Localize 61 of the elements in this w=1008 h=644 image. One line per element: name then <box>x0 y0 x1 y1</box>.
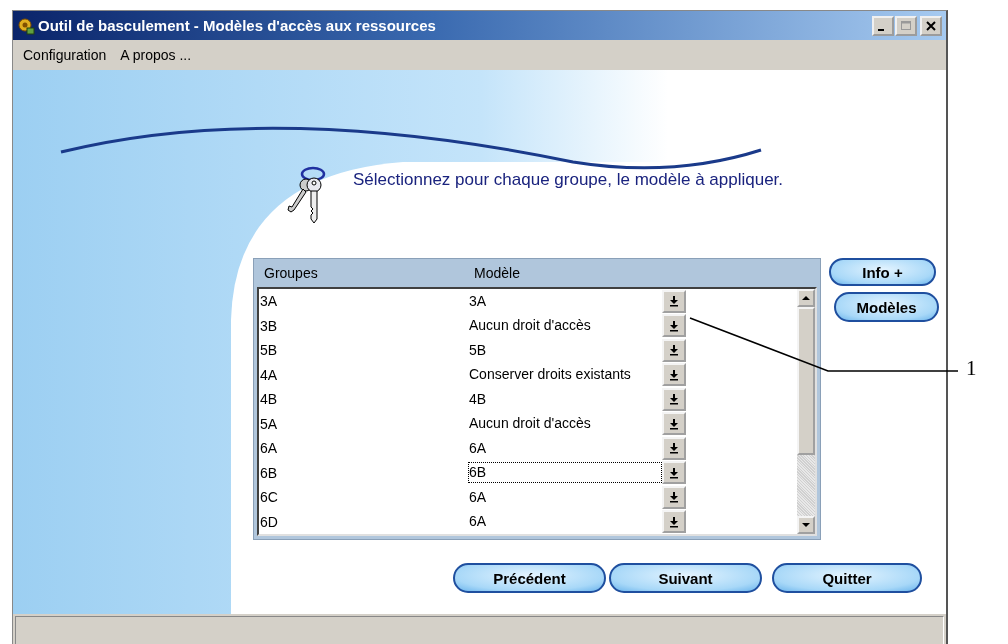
dropdown-button[interactable] <box>662 436 686 460</box>
table-cell-text: 6D <box>259 513 279 530</box>
column-header: Groupes <box>264 265 319 281</box>
maximize-icon <box>899 19 913 32</box>
dropdown-button[interactable] <box>662 412 686 436</box>
table-cell[interactable]: 4B <box>468 388 662 410</box>
pill-button[interactable]: Modèles <box>834 292 939 322</box>
table-cell-text: 5B <box>259 342 279 359</box>
minimize-button[interactable] <box>872 15 894 36</box>
dropdown-button[interactable] <box>662 461 686 485</box>
column-header: Modèle <box>474 265 520 281</box>
dropdown-button[interactable] <box>662 510 686 534</box>
minimize-icon <box>878 28 884 31</box>
pill-button[interactable]: Précédent <box>453 563 606 593</box>
dropdown-button[interactable] <box>662 485 686 509</box>
down-arrow-icon <box>669 515 679 528</box>
down-arrow-icon <box>669 393 679 406</box>
table-cell[interactable]: 3A <box>468 290 662 312</box>
down-arrow-icon <box>669 344 679 357</box>
table-cell[interactable]: 6A <box>468 437 662 459</box>
pill-button[interactable]: Suivant <box>609 563 762 593</box>
pill-button[interactable]: Info + <box>829 258 936 286</box>
pill-button[interactable]: Quitter <box>772 563 922 593</box>
instruction-text: Sélectionnez pour chaque groupe, le modèle à appliquer. <box>353 170 784 191</box>
down-arrow-icon <box>669 368 679 381</box>
scrollbar[interactable] <box>797 289 815 534</box>
table-cell-text: 3B <box>259 317 279 334</box>
table-cell-text: 6B <box>259 464 279 481</box>
table-cell[interactable]: Aucun droit d'accès <box>468 315 662 337</box>
dropdown-button[interactable] <box>662 338 686 362</box>
table-cell[interactable]: 6A <box>468 511 662 533</box>
dropdown-button[interactable] <box>662 387 686 411</box>
down-arrow-icon[interactable] <box>801 520 811 530</box>
window-title: Outil de basculement - Modèles d'accès aux ressources <box>38 17 437 34</box>
table-cell-text: 6C <box>259 489 279 506</box>
down-arrow-icon <box>669 319 679 332</box>
callout-number: 1 <box>966 356 977 381</box>
menu-item[interactable]: Configuration <box>23 47 107 63</box>
close-button[interactable] <box>920 15 942 36</box>
table-cell-text: 4A <box>259 366 279 383</box>
table-cell[interactable]: 5B <box>468 339 662 361</box>
down-arrow-icon <box>669 491 679 504</box>
table-cell-text: 4B <box>259 391 279 408</box>
table-cell-text: 5A <box>259 415 279 432</box>
up-arrow-icon[interactable] <box>801 293 811 303</box>
table-cell[interactable]: Conserver droits existants <box>468 364 662 386</box>
table-cell-text: 3A <box>259 293 279 310</box>
table-cell[interactable]: 6B <box>468 462 662 484</box>
table-cell-text: 6A <box>259 440 279 457</box>
dropdown-button[interactable] <box>662 314 686 338</box>
dropdown-button[interactable] <box>662 289 686 313</box>
down-arrow-icon <box>669 417 679 430</box>
menu-item[interactable]: A propos ... <box>120 47 192 63</box>
down-arrow-icon <box>669 442 679 455</box>
down-arrow-icon <box>669 466 679 479</box>
gear-icon <box>17 16 35 35</box>
down-arrow-icon <box>669 295 679 308</box>
close-icon <box>924 19 938 32</box>
table-cell[interactable]: 6A <box>468 486 662 508</box>
table-cell[interactable]: Aucun droit d'accès <box>468 413 662 435</box>
dropdown-button[interactable] <box>662 363 686 387</box>
